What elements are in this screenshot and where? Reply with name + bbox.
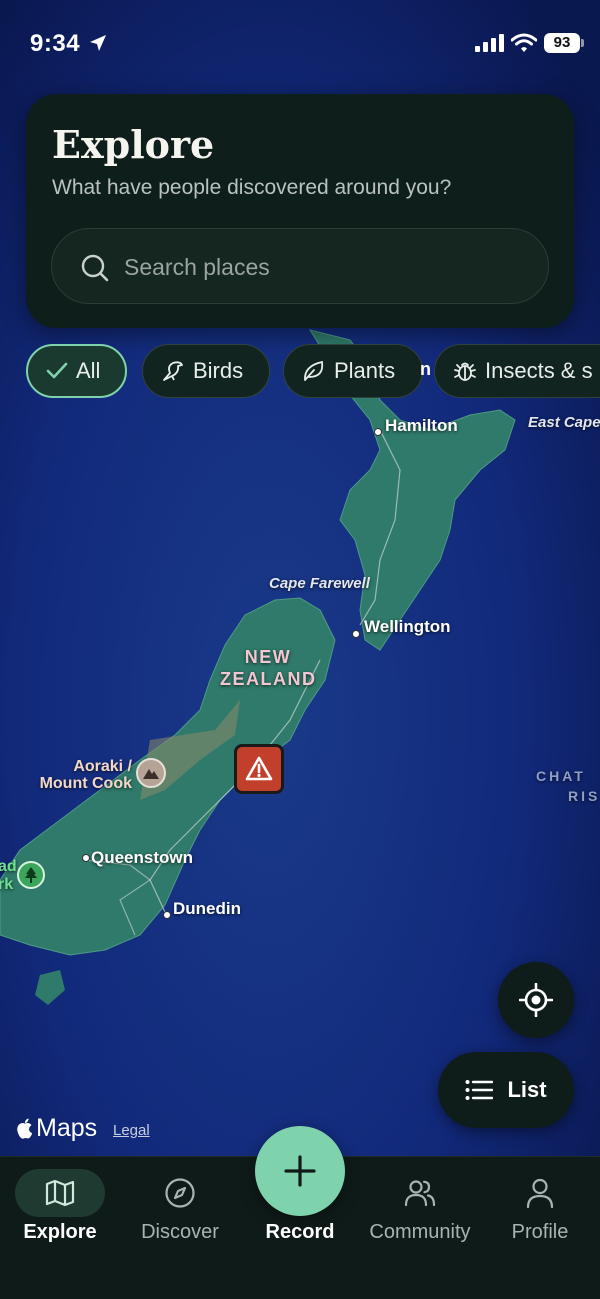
map-label-country: NEW ZEALAND — [220, 646, 316, 690]
legal-link[interactable]: Legal — [113, 1122, 150, 1139]
status-time: 9:34 — [30, 30, 81, 57]
map-label-aoraki-line1: Aoraki / — [73, 758, 132, 775]
map-label-east-cape: East Cape — [528, 414, 600, 431]
filter-chip-insects[interactable]: Insects & s — [434, 344, 600, 398]
map-icon — [45, 1179, 75, 1207]
mountain-icon[interactable] — [136, 758, 166, 788]
tab-explore[interactable]: Explore — [0, 1157, 120, 1257]
map-label-aoraki: Aoraki / Mount Cook — [20, 758, 132, 792]
explore-card: Explore What have people discovered arou… — [26, 94, 574, 328]
search-icon — [81, 254, 109, 282]
tab-label: Record — [265, 1221, 335, 1243]
plus-icon — [284, 1155, 316, 1187]
filter-chips: All Birds Plants Insects & s n — [0, 342, 600, 402]
map-label-dunedin: Dunedin — [173, 899, 241, 918]
search-input[interactable] — [124, 251, 504, 283]
map-label-country-line1: NEW — [244, 647, 292, 667]
tab-discover[interactable]: Discover — [120, 1157, 240, 1257]
tab-bar: Explore Discover Record Community Profil… — [0, 1126, 600, 1299]
map-label-aoraki-line2: Mount Cook — [39, 775, 132, 792]
filter-chip-label: Birds — [193, 358, 244, 383]
crosshair-icon — [519, 983, 553, 1017]
location-arrow-icon — [90, 35, 106, 51]
tab-label: Profile — [511, 1221, 569, 1243]
map-label-park: ad rk — [0, 858, 17, 894]
tab-record[interactable]: Record — [240, 1126, 360, 1257]
park-tree-icon[interactable] — [17, 861, 45, 889]
maps-brand-label: Maps — [36, 1114, 98, 1142]
bird-icon — [163, 361, 183, 381]
tab-label: Community — [369, 1221, 471, 1243]
map-label-chatham: CHAT RIS — [536, 766, 600, 806]
tab-community[interactable]: Community — [360, 1157, 480, 1257]
battery-tip — [581, 39, 584, 47]
tab-label: Discover — [141, 1221, 219, 1243]
list-icon — [465, 1080, 494, 1100]
person-icon — [526, 1178, 554, 1209]
filter-chip-plants[interactable]: Plants — [283, 344, 423, 398]
wifi-icon — [511, 33, 537, 52]
search-bar[interactable] — [51, 228, 549, 304]
map-label-hamilton: Hamilton — [385, 416, 458, 435]
compass-icon — [165, 1178, 195, 1208]
signal-icon — [475, 34, 504, 52]
map-label-park-line2: rk — [0, 876, 14, 893]
page-subtitle: What have people discovered around you? — [52, 176, 452, 199]
list-view-button[interactable]: List — [438, 1052, 574, 1128]
leaf-icon — [304, 360, 324, 381]
map-label-cape-farewell: Cape Farewell — [269, 575, 370, 592]
locate-me-button[interactable] — [498, 962, 574, 1038]
people-icon — [404, 1180, 436, 1207]
filter-chip-birds[interactable]: Birds — [142, 344, 270, 398]
tab-profile[interactable]: Profile — [480, 1157, 600, 1257]
maps-attribution: Maps — [16, 1114, 97, 1143]
page-title: Explore — [52, 122, 215, 167]
record-button[interactable] — [255, 1126, 345, 1216]
map-label-country-line2: ZEALAND — [220, 669, 317, 689]
map-label-queenstown: Queenstown — [91, 848, 194, 867]
filter-chip-all[interactable]: All — [26, 344, 127, 398]
filter-chip-label: Plants — [334, 358, 396, 383]
apple-logo-icon — [17, 1118, 33, 1139]
tab-label: Explore — [23, 1221, 97, 1243]
status-bar: 9:34 93 — [0, 0, 600, 88]
map-label-wellington: Wellington — [364, 617, 451, 636]
map-label-park-line1: ad — [0, 858, 17, 875]
check-icon — [46, 362, 68, 379]
hazard-warning-icon[interactable] — [234, 744, 284, 794]
list-button-label: List — [507, 1077, 547, 1102]
battery-icon: 93 — [544, 33, 580, 53]
hidden-chip-fragment: n — [420, 359, 431, 379]
map-label-chatham-line1: CHAT — [536, 768, 586, 784]
map-label-chatham-line2: RIS — [568, 788, 600, 804]
filter-chip-label: Insects & s — [485, 358, 593, 383]
bug-icon — [454, 362, 476, 381]
filter-chip-label: All — [76, 358, 101, 383]
